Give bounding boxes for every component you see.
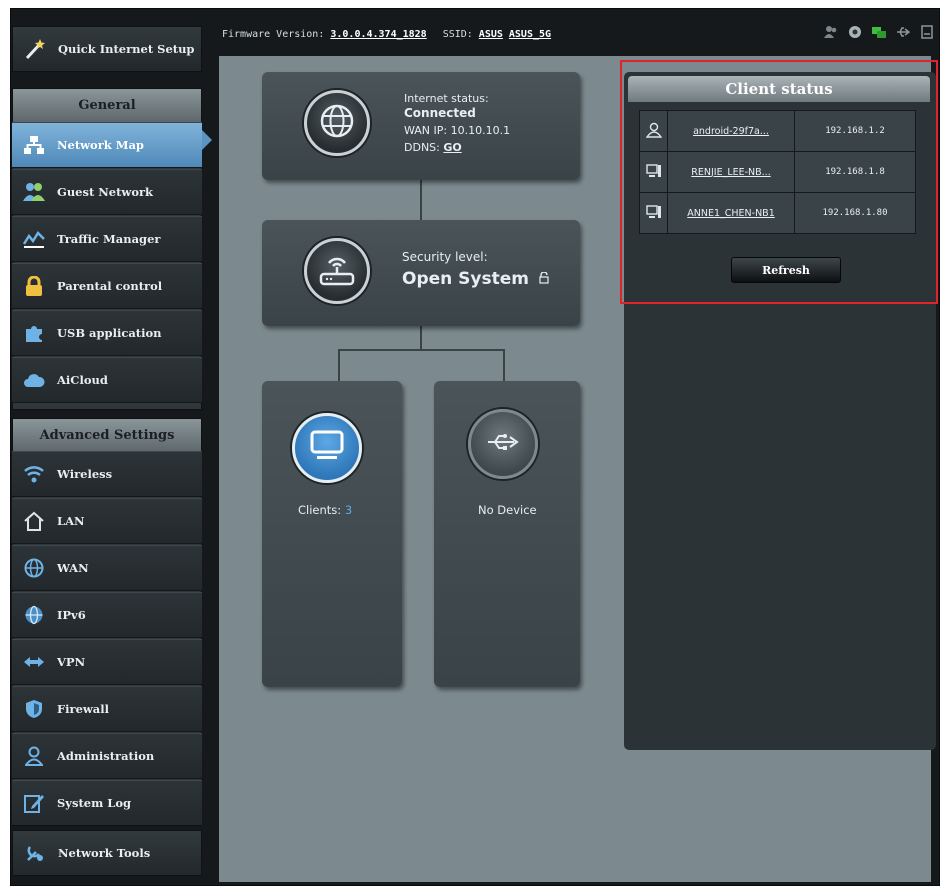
usb-circle bbox=[468, 409, 538, 479]
router-security-card[interactable]: Security level: Open System bbox=[262, 220, 580, 326]
monitor-icon bbox=[309, 430, 345, 466]
internet-status-text: Internet status: Connected WAN IP: 10.10… bbox=[404, 92, 510, 155]
unlock-icon bbox=[539, 271, 549, 286]
wan-ip-label: WAN IP: bbox=[404, 124, 448, 137]
usb-icon bbox=[486, 432, 520, 456]
status-icons bbox=[824, 24, 934, 39]
internet-status-value: Connected bbox=[404, 106, 476, 120]
sidebar-item-wireless[interactable]: Wireless bbox=[12, 451, 202, 497]
ddns-go-link[interactable]: GO bbox=[443, 141, 461, 154]
connector-line bbox=[420, 326, 422, 350]
connector-line bbox=[338, 349, 340, 381]
sidebar-item-aicloud[interactable]: AiCloud bbox=[12, 357, 202, 403]
internet-status-label: Internet status: bbox=[404, 92, 489, 105]
sidebar-item-usb-application[interactable]: USB application bbox=[12, 310, 202, 356]
firmware-bar: Firmware Version: 3.0.0.4.374_1828 SSID:… bbox=[222, 24, 551, 44]
sidebar-item-label: Traffic Manager bbox=[57, 232, 161, 246]
general-header: General bbox=[12, 88, 202, 122]
shield-icon bbox=[23, 698, 45, 720]
clients-label: Clients: bbox=[298, 503, 342, 517]
usb-device-card[interactable]: No Device bbox=[434, 381, 580, 687]
users-status-icon[interactable] bbox=[824, 24, 838, 38]
lock-icon bbox=[23, 275, 45, 297]
sidebar-item-ipv6[interactable]: IPv6 bbox=[12, 592, 202, 638]
sidebar-item-label: Firewall bbox=[57, 702, 109, 716]
wifi-icon bbox=[23, 463, 45, 485]
clients-card[interactable]: Clients: 3 bbox=[262, 381, 402, 687]
sidebar-item-administration[interactable]: Administration bbox=[12, 733, 202, 779]
sidebar-item-label: VPN bbox=[57, 655, 86, 669]
sidebar-item-wan[interactable]: WAN bbox=[12, 545, 202, 591]
sidebar-item-label: IPv6 bbox=[57, 608, 86, 622]
sidebar-item-network-tools[interactable]: Network Tools bbox=[12, 830, 202, 876]
firmware-version-link[interactable]: 3.0.0.4.374_1828 bbox=[330, 29, 426, 40]
internet-status-card[interactable]: Internet status: Connected WAN IP: 10.10… bbox=[262, 72, 580, 180]
sidebar-item-vpn[interactable]: VPN bbox=[12, 639, 202, 685]
system-log-icon bbox=[23, 792, 45, 814]
puzzle-icon bbox=[23, 322, 45, 344]
sidebar-item-firewall[interactable]: Firewall bbox=[12, 686, 202, 732]
router-circle bbox=[304, 238, 370, 304]
client-status-highlight bbox=[620, 60, 938, 304]
connector-line bbox=[503, 349, 505, 381]
ssid-label: SSID: bbox=[442, 28, 473, 40]
active-pointer bbox=[202, 130, 212, 150]
ssid-link-1[interactable]: ASUS bbox=[479, 29, 503, 40]
ipv6-globe-icon bbox=[23, 604, 45, 626]
network-map-icon bbox=[23, 134, 45, 156]
usb-status-label: No Device bbox=[478, 503, 537, 517]
sidebar-item-parental-control[interactable]: Parental control bbox=[12, 263, 202, 309]
sidebar-item-network-map[interactable]: Network Map bbox=[12, 122, 202, 168]
sidebar-item-traffic-manager[interactable]: Traffic Manager bbox=[12, 216, 202, 262]
sidebar-item-label: AiCloud bbox=[57, 373, 108, 387]
globe-icon bbox=[23, 557, 45, 579]
network-tools-icon bbox=[24, 842, 46, 864]
guest-network-icon bbox=[23, 181, 45, 203]
quick-internet-setup-label: Quick Internet Setup bbox=[58, 41, 195, 56]
traffic-manager-icon bbox=[23, 228, 45, 250]
sidebar-item-guest-network[interactable]: Guest Network bbox=[12, 169, 202, 215]
sidebar-item-label: Network Map bbox=[57, 138, 144, 152]
security-level-value: Open System bbox=[402, 269, 529, 289]
home-icon bbox=[23, 510, 45, 532]
sidebar-item-label: System Log bbox=[57, 796, 132, 810]
sidebar-item-label: Administration bbox=[57, 749, 155, 763]
printer-status-icon[interactable] bbox=[920, 24, 934, 39]
sidebar-item-label: USB application bbox=[57, 326, 162, 340]
vpn-icon bbox=[23, 651, 45, 673]
sidebar-item-label: Guest Network bbox=[57, 185, 154, 199]
connector-line bbox=[420, 180, 422, 220]
security-text: Security level: Open System bbox=[402, 250, 549, 289]
clients-count: 3 bbox=[344, 503, 353, 517]
globe-icon bbox=[319, 103, 355, 143]
firmware-label: Firmware Version: bbox=[222, 28, 325, 40]
sidebar-item-system-log[interactable]: System Log bbox=[12, 780, 202, 826]
security-level-label: Security level: bbox=[402, 250, 488, 264]
ddns-label: DDNS: bbox=[404, 141, 440, 154]
advanced-settings-header: Advanced Settings bbox=[12, 418, 202, 452]
connector-line bbox=[338, 349, 504, 351]
sidebar-item-label: LAN bbox=[57, 514, 85, 528]
usb-status-icon[interactable] bbox=[896, 24, 911, 38]
sidebar-item-label: Parental control bbox=[57, 279, 163, 293]
sidebar-item-lan[interactable]: LAN bbox=[12, 498, 202, 544]
sidebar-item-label: Network Tools bbox=[58, 846, 151, 860]
clients-circle bbox=[292, 413, 362, 483]
ssid-link-2[interactable]: ASUS_5G bbox=[509, 29, 551, 40]
wan-ip-value: 10.10.10.1 bbox=[450, 124, 511, 137]
cloud-icon bbox=[23, 369, 45, 391]
quick-internet-setup-button[interactable]: Quick Internet Setup bbox=[12, 26, 202, 72]
sidebar-item-label: Wireless bbox=[57, 467, 113, 481]
admin-icon bbox=[23, 745, 45, 767]
router-icon bbox=[318, 251, 356, 291]
magic-wand-icon bbox=[24, 38, 46, 60]
sidebar-item-label: WAN bbox=[57, 561, 89, 575]
network-status-icon[interactable] bbox=[872, 24, 886, 38]
internet-globe-circle bbox=[304, 90, 370, 156]
settings-status-icon[interactable] bbox=[848, 24, 862, 38]
